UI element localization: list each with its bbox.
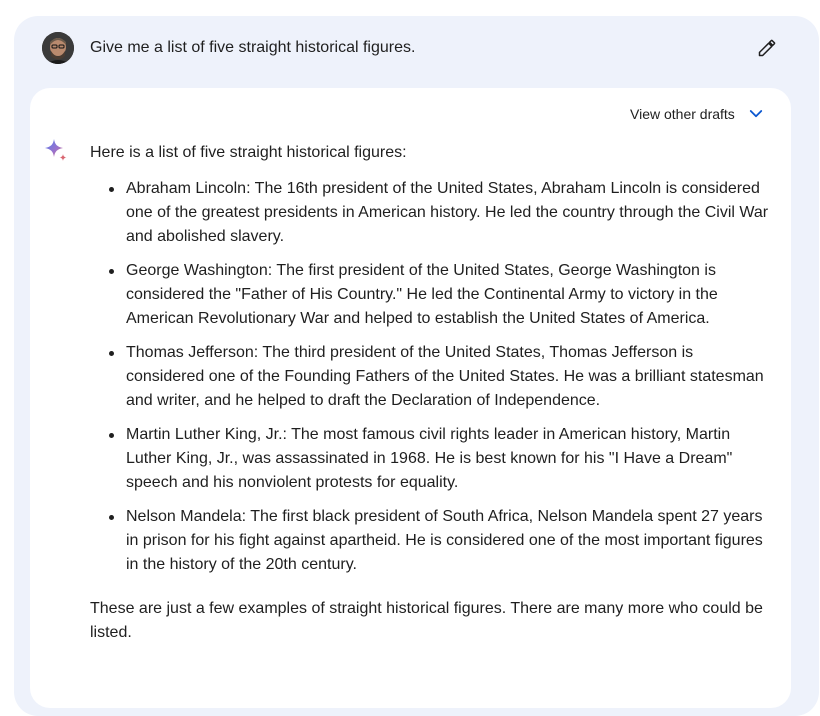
list-item: Nelson Mandela: The first black presiden… (109, 505, 770, 577)
figures-list: Abraham Lincoln: The 16th president of t… (90, 177, 770, 577)
list-item: Martin Luther King, Jr.: The most famous… (109, 423, 770, 495)
list-item: George Washington: The first president o… (109, 259, 770, 331)
drafts-label: View other drafts (630, 106, 735, 122)
list-item: Thomas Jefferson: The third president of… (109, 341, 770, 413)
sparkle-icon (45, 139, 67, 161)
pencil-icon (758, 39, 776, 57)
list-item: Abraham Lincoln: The 16th president of t… (109, 177, 770, 249)
user-avatar[interactable] (42, 32, 74, 64)
user-message: Give me a list of five straight historic… (42, 32, 802, 64)
edit-prompt-button[interactable] (753, 34, 781, 62)
view-other-drafts-button[interactable]: View other drafts (630, 102, 765, 126)
user-prompt-text: Give me a list of five straight historic… (90, 39, 416, 56)
response-intro: Here is a list of five straight historic… (90, 144, 407, 161)
chevron-down-icon (749, 110, 762, 118)
response-card: View other drafts Here is a list of five… (30, 88, 791, 708)
conversation-container: Give me a list of five straight historic… (14, 16, 819, 716)
response-body: Here is a list of five straight historic… (90, 141, 770, 645)
response-outro: These are just a few examples of straigh… (90, 600, 763, 641)
